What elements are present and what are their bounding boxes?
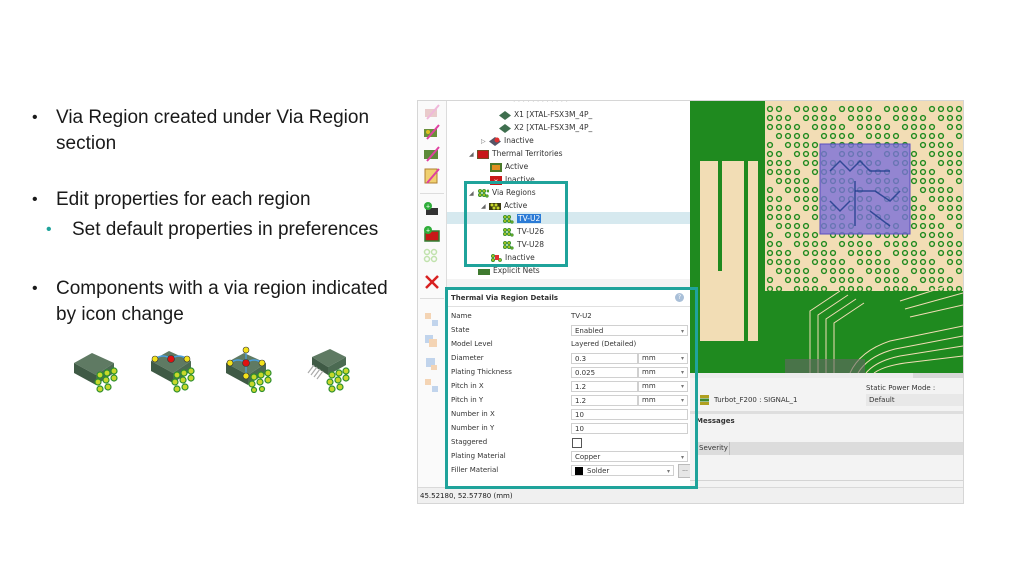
delete-icon[interactable] [423,273,441,291]
bullet-dot-icon: • [32,109,38,126]
component-icons-row [70,345,360,395]
edit-component-disabled-icon[interactable] [423,103,441,121]
edit-layer-icon[interactable] [423,145,441,163]
thermal-territory-icon [477,149,489,159]
sub-bullet-dot-icon: • [46,221,52,238]
tree-item[interactable]: ▷ Inactive [481,134,534,147]
chip-with-four-pins-vias-icon [226,346,272,393]
chip-with-vias-icon [74,353,118,393]
toolbar-divider [420,298,444,299]
static-power-label: Static Power Mode : [866,384,936,392]
status-bar: 45.52180, 52.57780 (mm) [418,487,963,503]
static-power-dropdown[interactable]: Default [866,394,963,406]
lower-toolbar [690,373,963,378]
via-region-overlay [819,143,911,235]
messages-title: Messages [696,417,735,425]
toolbar-divider [420,193,444,194]
svg-text:+: + [426,228,430,235]
slide-bullets: • Via Region created under Via Region se… [30,105,410,328]
divider [690,411,963,414]
tree-item[interactable]: · · · · · · · · · · · · [513,101,568,108]
via-regions-highlight-box [464,181,568,267]
stackup-icon [700,395,709,405]
edit-board-icon[interactable] [423,123,441,141]
bullet-dot-icon: • [32,191,38,208]
tree-item[interactable]: X2 [XTAL-FSX3M_4P_ [499,121,592,134]
explicit-nets-icon [478,268,490,275]
severity-column-header[interactable]: Severity [699,444,728,452]
svg-text:+: + [426,204,430,211]
bullet-item: • Components with a via region indicated… [32,278,388,325]
edit-outline-icon[interactable] [423,167,441,185]
tree-item[interactable]: Active [490,160,528,173]
arrange-icon[interactable] [423,377,441,395]
tree-item[interactable]: X1 [XTAL-FSX3M_4P_ [499,108,592,121]
chip-with-two-pins-vias-icon [151,351,195,393]
bullet-dot-icon: • [32,280,38,297]
cursor-coordinates: 45.52180, 52.57780 (mm) [420,492,513,500]
details-highlight-box [445,287,698,489]
align-icon[interactable] [423,311,441,329]
divider [690,480,963,481]
tree-item[interactable]: ◢ Thermal Territories [469,147,563,160]
component-icon [499,110,511,120]
chip-with-leads-vias-icon [307,349,350,393]
sub-bullet-item: • Set default properties in preferences [30,217,410,243]
collapse-arrow-icon[interactable]: ◢ [469,148,477,161]
add-territory-icon[interactable]: + [423,225,441,243]
add-via-region-icon[interactable] [423,248,441,266]
pcb-layout-view[interactable] [690,101,963,373]
pcb-canvas [690,101,963,373]
paste-icon[interactable] [423,355,441,373]
territory-active-icon [490,162,502,172]
bullet-item: • Edit properties for each region [30,187,410,213]
toolbar-button[interactable] [913,373,963,378]
copy-icon[interactable] [423,333,441,351]
component-icon [499,123,511,133]
inactive-component-icon [489,136,501,146]
add-component-icon[interactable]: + [423,201,441,219]
messages-header: Severity [696,442,963,455]
column-divider[interactable] [729,442,730,455]
model-label: Turbot_F200 : SIGNAL_1 [714,396,798,404]
vertical-toolbar: + + [418,101,447,487]
right-lower-panel: Turbot_F200 : SIGNAL_1 Static Power Mode… [690,373,963,487]
bullet-item: • Via Region created under Via Region se… [32,107,370,154]
